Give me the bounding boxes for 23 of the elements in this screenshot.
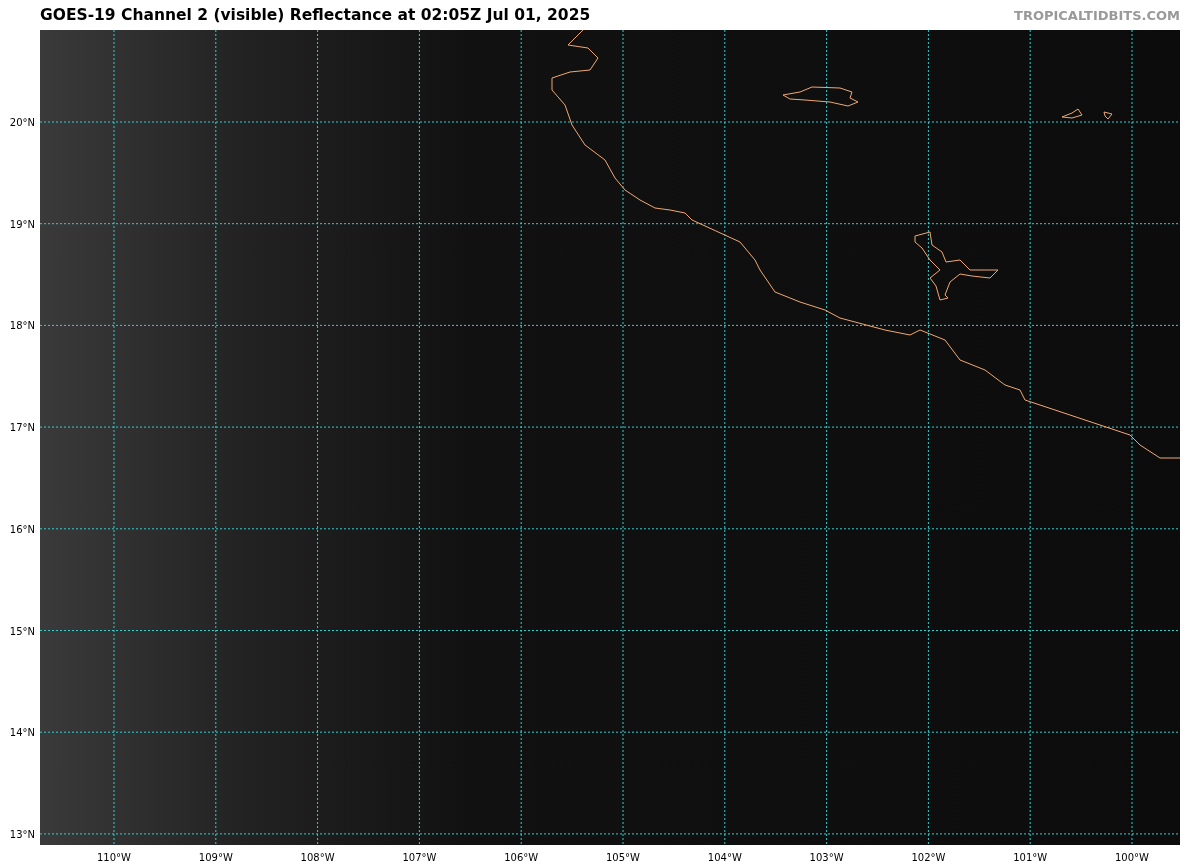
latitude-label: 17°N (9, 422, 35, 434)
latitude-label: 18°N (9, 320, 35, 332)
longitude-label: 110°W (97, 852, 131, 863)
longitude-label: 105°W (606, 852, 640, 863)
island-drawing (1061, 108, 1083, 119)
longitude-label: 108°W (300, 852, 335, 863)
latitude-label: 20°N (9, 117, 35, 128)
latitude-label: 15°N (9, 625, 35, 637)
site-credit: TROPICALTIDBITS.COM (1014, 7, 1180, 23)
longitude-label: 103°W (809, 852, 844, 863)
chart-title: GOES-19 Channel 2 (visible) Reflectance at 02:05Z Jul 01, 2025 (40, 6, 591, 24)
latitude-label: 13°N (9, 828, 35, 840)
longitude-label: 100°W (1115, 852, 1149, 863)
latitude-label: 19°N (9, 218, 35, 230)
longitude-label: 104°W (707, 852, 742, 863)
longitude-label: 107°W (402, 852, 437, 863)
island-drawing (1103, 111, 1113, 120)
longitude-label: 102°W (911, 852, 946, 863)
longitude-label: 106°W (504, 852, 539, 863)
latitude-label: 16°N (9, 523, 35, 535)
longitude-label: 101°W (1013, 852, 1048, 863)
longitude-label: 109°W (198, 852, 233, 863)
latitude-label: 14°N (9, 727, 35, 739)
